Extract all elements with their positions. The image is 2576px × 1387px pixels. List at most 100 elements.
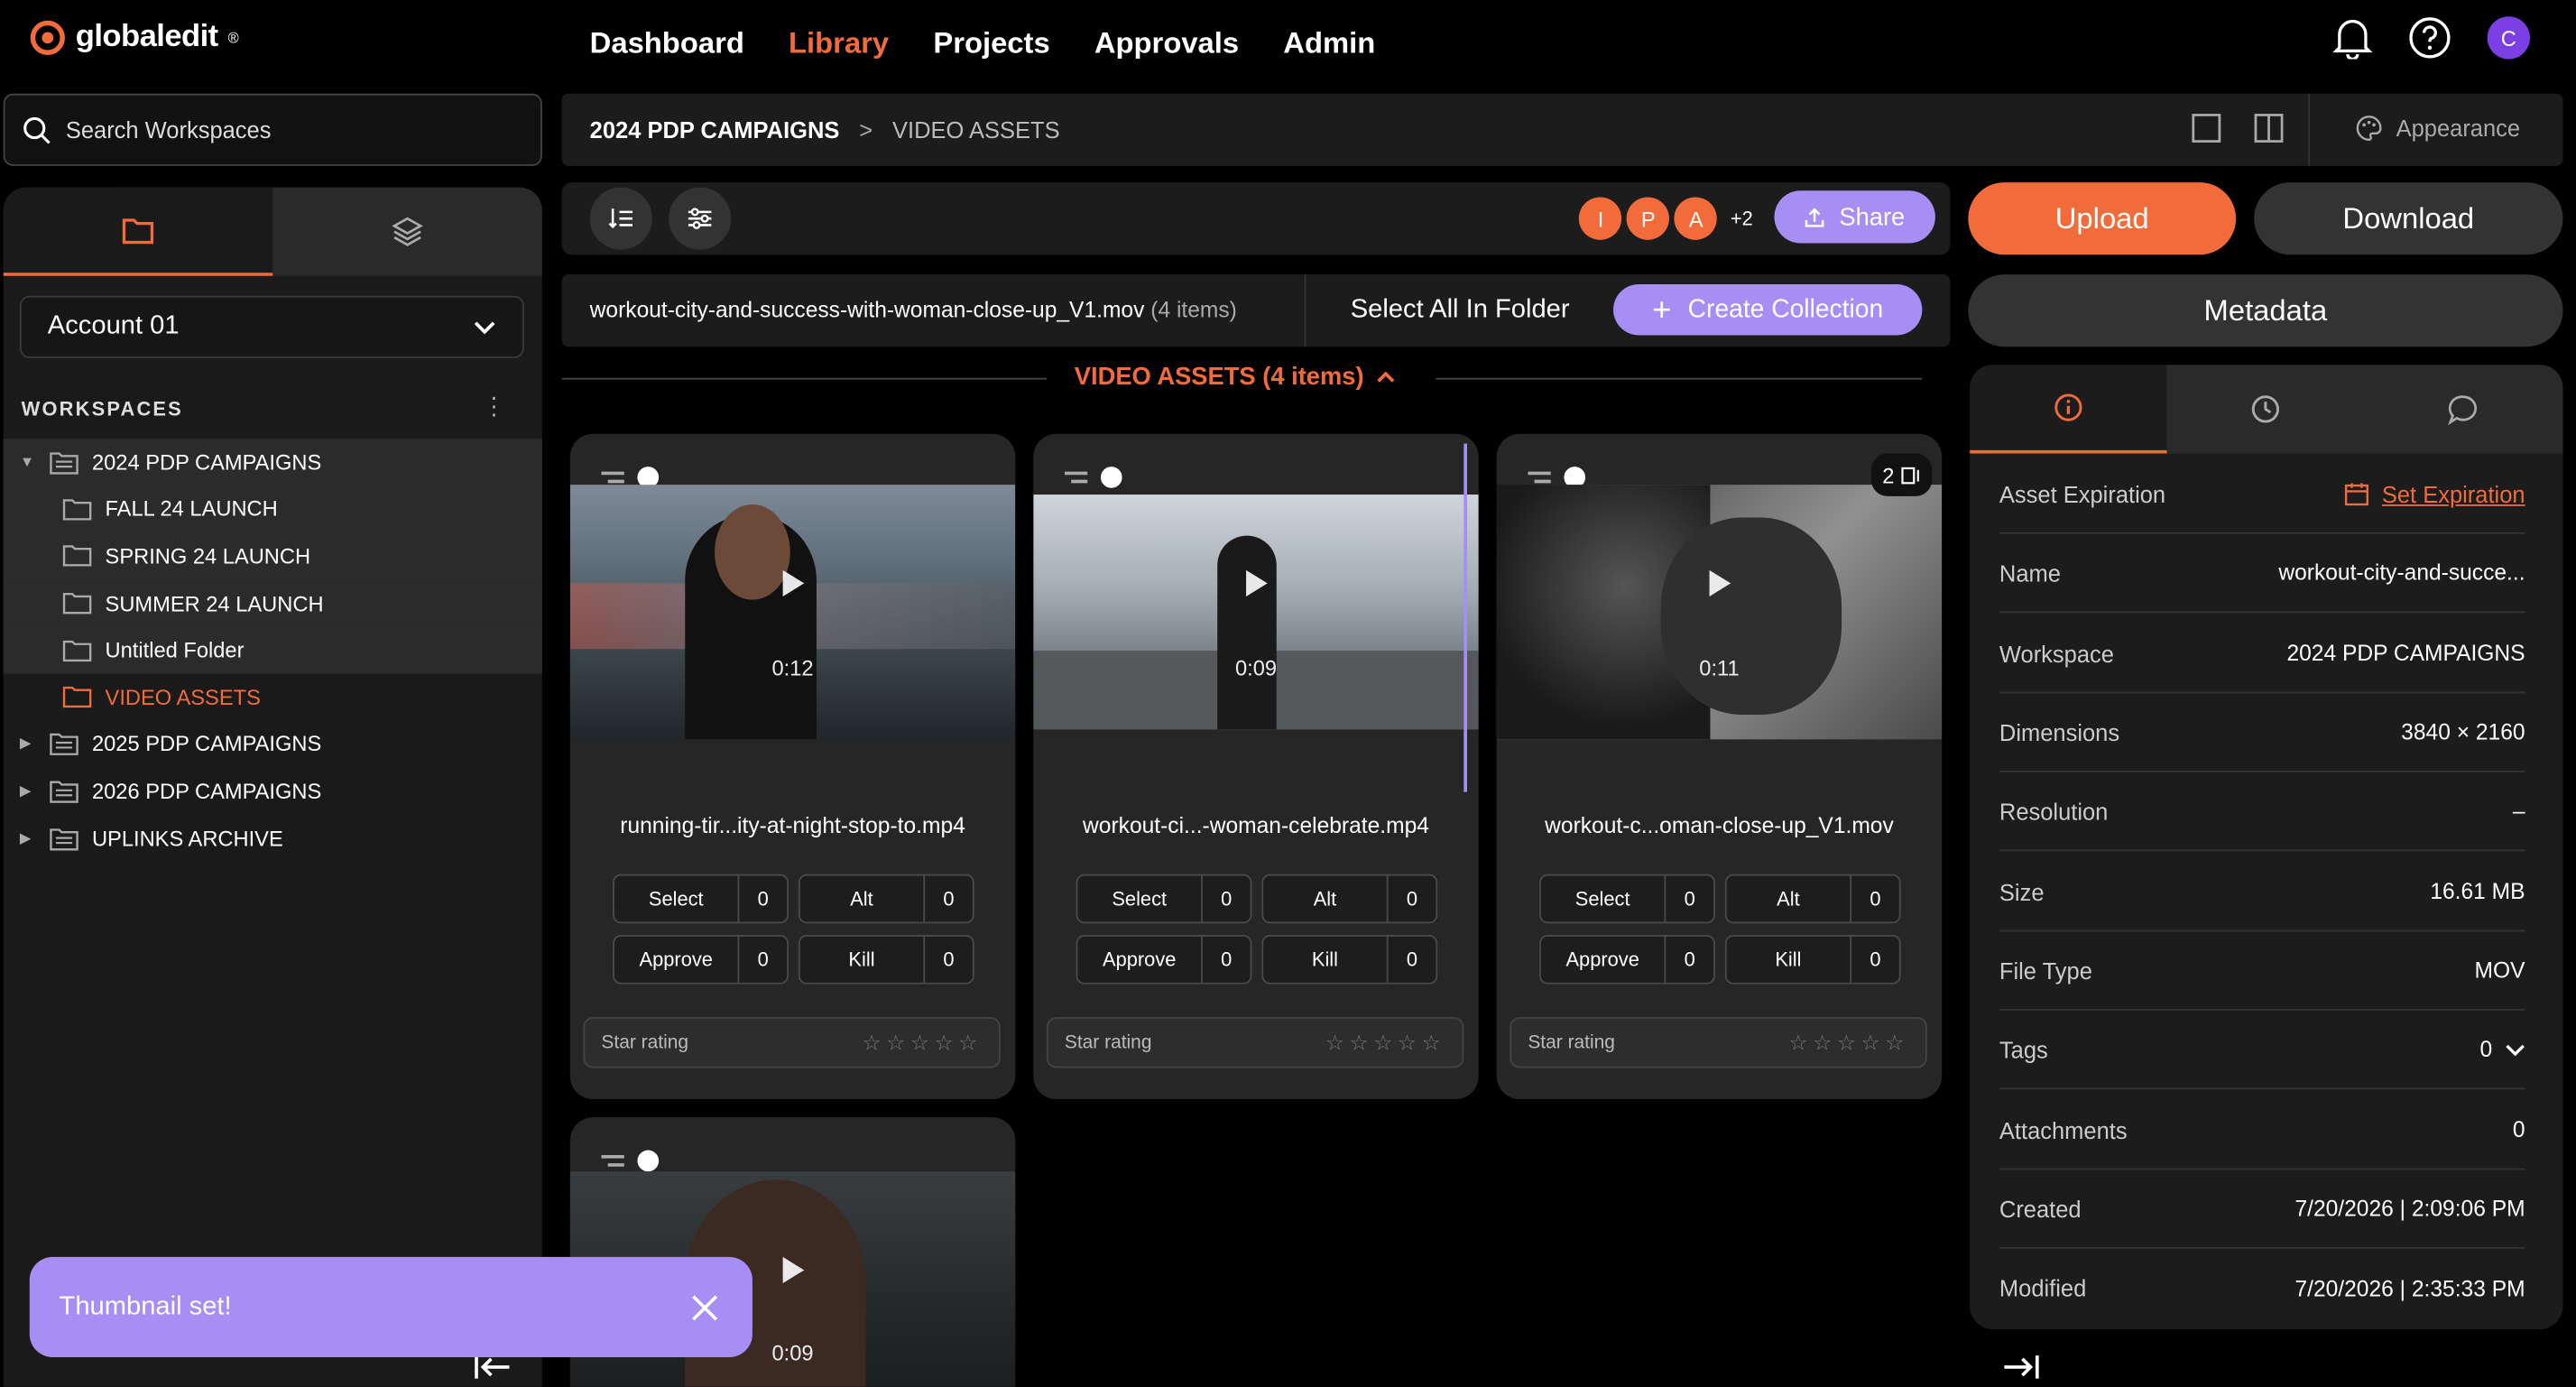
filter-button[interactable] [669,187,732,250]
tree-item-2024-pdp-campaigns[interactable]: ▼ 2024 PDP CAMPAIGNS [3,439,542,486]
play-icon[interactable] [1708,569,1731,596]
star-rating[interactable]: Star rating ☆☆☆☆☆ [1510,1017,1927,1068]
nav-approvals[interactable]: Approvals [1094,26,1239,60]
tab-comments[interactable] [2365,365,2563,454]
details-tabs [1970,365,2563,454]
user-avatar[interactable]: C [2487,16,2531,60]
kill-vote-button[interactable]: Kill 0 [798,935,974,985]
approve-vote-button[interactable]: Approve 0 [1076,935,1252,985]
tree-item-uplinks-archive[interactable]: ▶ UPLINKS ARCHIVE [4,815,542,862]
nav-library[interactable]: Library [789,26,889,60]
metadata-button[interactable]: Metadata [1968,274,2563,347]
tree-item-untitled-folder[interactable]: Untitled Folder [3,626,542,674]
nav-dashboard[interactable]: Dashboard [590,26,744,60]
bell-icon[interactable] [2332,16,2373,60]
chevron-up-icon [1377,371,1395,383]
drag-handle-icon[interactable] [1528,469,1551,485]
tree-item-spring-24-launch[interactable]: SPRING 24 LAUNCH [3,532,542,580]
drag-handle-icon[interactable] [1064,469,1088,485]
share-button[interactable]: Share [1774,190,1935,244]
vote-count: 0 [1850,936,1899,983]
video-duration: 0:11 [1699,655,1740,680]
asset-card[interactable]: 0:12 running-tir...ity-at-night-stop-to.… [569,433,1016,1100]
tree-item-summer-24-launch[interactable]: SUMMER 24 LAUNCH [3,579,542,627]
set-expiration-link[interactable]: Set Expiration [2344,481,2525,507]
nav-admin[interactable]: Admin [1283,26,1375,60]
select-toggle[interactable] [637,1150,660,1172]
video-thumbnail[interactable]: 0:11 [1496,485,1943,740]
kill-vote-button[interactable]: Kill 0 [1261,935,1438,985]
drag-handle-icon[interactable] [601,1152,624,1169]
play-icon[interactable] [1245,569,1267,596]
video-thumbnail[interactable]: 0:12 [569,485,1016,740]
asset-card[interactable]: 0:09 workout-ci...-woman-celebrate.mp4 S… [1033,433,1479,1100]
vote-label: Alt [1777,887,1800,911]
alt-vote-button[interactable]: Alt 0 [798,874,974,924]
star-icons[interactable]: ☆☆☆☆☆ [1788,1030,1908,1056]
breadcrumb-root[interactable]: 2024 PDP CAMPAIGNS [590,116,840,143]
chevron-down-icon [2506,1043,2525,1056]
meta-key: Dimensions [1999,718,2120,745]
tree-item-2026-pdp-campaigns[interactable]: ▶ 2026 PDP CAMPAIGNS [4,768,542,815]
collapse-right-icon[interactable] [2001,1354,2041,1380]
vote-count: 0 [923,936,973,983]
tab-layers[interactable] [272,188,542,276]
approve-vote-button[interactable]: Approve 0 [1539,935,1715,985]
meta-row-modified: Modified 7/20/2026 | 2:35:33 PM [1999,1249,2525,1327]
alt-vote-button[interactable]: Alt 0 [1261,874,1438,924]
tree-item-video-assets[interactable]: VIDEO ASSETS [4,673,542,720]
tree-item-2025-pdp-campaigns[interactable]: ▶ 2025 PDP CAMPAIGNS [4,721,542,768]
collapse-left-icon[interactable] [473,1354,512,1380]
section-header[interactable]: VIDEO ASSETS (4 items) [1075,363,1395,391]
meta-value: 0 [2512,1117,2525,1142]
tags-dropdown[interactable]: 0 [2479,1037,2525,1061]
select-toggle[interactable] [1100,467,1122,488]
workspaces-more-icon[interactable]: · · · [490,385,499,428]
video-thumbnail[interactable]: 0:09 [1033,495,1479,730]
star-icons[interactable]: ☆☆☆☆☆ [1325,1030,1445,1056]
tab-history[interactable] [2167,365,2366,454]
help-icon[interactable] [2408,16,2451,59]
meta-row-size: Size 16.61 MB [1999,853,2525,932]
tab-info[interactable] [1970,365,2168,454]
create-collection-button[interactable]: + Create Collection [1613,283,1923,336]
version-badge[interactable]: 2 [1870,453,1933,496]
split-view-icon[interactable] [2254,114,2284,143]
tab-folders[interactable] [3,187,273,276]
caret-right-icon[interactable]: ▶ [20,782,36,800]
meta-row-tags[interactable]: Tags 0 [1999,1011,2525,1090]
select-vote-button[interactable]: Select 0 [1539,874,1715,924]
kill-vote-button[interactable]: Kill 0 [1724,935,1901,985]
select-all-button[interactable]: Select All In Folder [1351,296,1570,326]
select-vote-button[interactable]: Select 0 [613,874,789,924]
download-button[interactable]: Download [2254,182,2563,255]
star-icons[interactable]: ☆☆☆☆☆ [862,1030,982,1056]
asset-card[interactable]: 2 0:11 workout-c...oman-close-up_V1.mov … [1496,433,1943,1100]
alt-vote-button[interactable]: Alt 0 [1724,874,1901,924]
asset-toolbar: I P A +2 Share [561,182,1951,255]
upload-button[interactable]: Upload [1968,182,2237,255]
drag-handle-icon[interactable] [601,469,624,485]
star-rating[interactable]: Star rating ☆☆☆☆☆ [583,1017,1001,1068]
play-icon[interactable] [781,1256,804,1284]
nav-projects[interactable]: Projects [933,26,1049,60]
divider [1304,274,1306,347]
logo[interactable]: globaledit ® [30,20,239,56]
account-select[interactable]: Account 01 [19,295,524,358]
vote-count: 0 [1201,875,1251,922]
collaborator-avatars[interactable]: I P A +2 [1579,197,1753,240]
appearance-button[interactable]: Appearance [2357,115,2520,142]
top-icons: C [2332,16,2531,60]
select-vote-button[interactable]: Select 0 [1076,874,1252,924]
single-view-icon[interactable] [2192,114,2221,143]
caret-right-icon[interactable]: ▶ [20,735,36,754]
caret-right-icon[interactable]: ▶ [20,829,36,847]
approve-vote-button[interactable]: Approve 0 [613,935,789,985]
workspace-search[interactable]: Search Workspaces [3,93,542,166]
star-rating[interactable]: Star rating ☆☆☆☆☆ [1046,1017,1464,1068]
sort-button[interactable] [589,187,652,250]
tree-item-fall-24-launch[interactable]: FALL 24 LAUNCH [3,485,542,533]
play-icon[interactable] [781,569,804,596]
close-icon[interactable] [690,1292,720,1322]
caret-down-icon[interactable]: ▼ [20,454,36,470]
